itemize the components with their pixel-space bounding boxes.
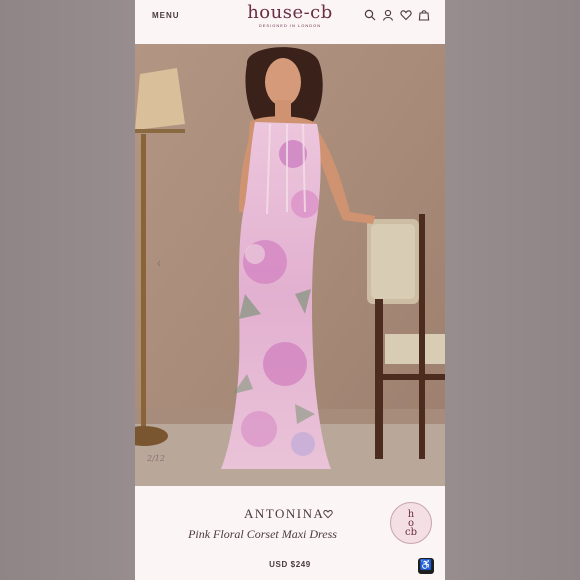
- house-of-cb-seal: h o cb: [390, 502, 432, 544]
- chevron-left-icon[interactable]: ‹: [157, 256, 161, 270]
- image-counter: 2/12: [147, 454, 165, 463]
- logo-text: house-cb: [247, 2, 333, 23]
- product-details: ANTONINA Pink Floral Corset Maxi Dress h…: [135, 486, 445, 580]
- product-page: MENU house-cb DESIGNED IN LONDON ‹ 2/12 …: [135, 0, 445, 580]
- product-price: USD $249: [269, 560, 311, 569]
- site-header: MENU house-cb DESIGNED IN LONDON: [135, 0, 445, 44]
- product-image[interactable]: ‹ 2/12: [135, 44, 445, 486]
- account-icon[interactable]: [381, 8, 395, 22]
- bag-icon[interactable]: [417, 8, 431, 22]
- heart-icon[interactable]: [399, 8, 413, 22]
- product-name: ANTONINA: [244, 506, 325, 521]
- wishlist-heart-icon[interactable]: [323, 506, 333, 524]
- search-icon[interactable]: [363, 8, 377, 22]
- logo-tagline: DESIGNED IN LONDON: [258, 23, 322, 28]
- accessibility-icon[interactable]: ♿: [418, 558, 434, 574]
- model-photo: [135, 44, 445, 486]
- header-icons: [363, 8, 431, 22]
- product-subtitle: Pink Floral Corset Maxi Dress: [188, 527, 337, 541]
